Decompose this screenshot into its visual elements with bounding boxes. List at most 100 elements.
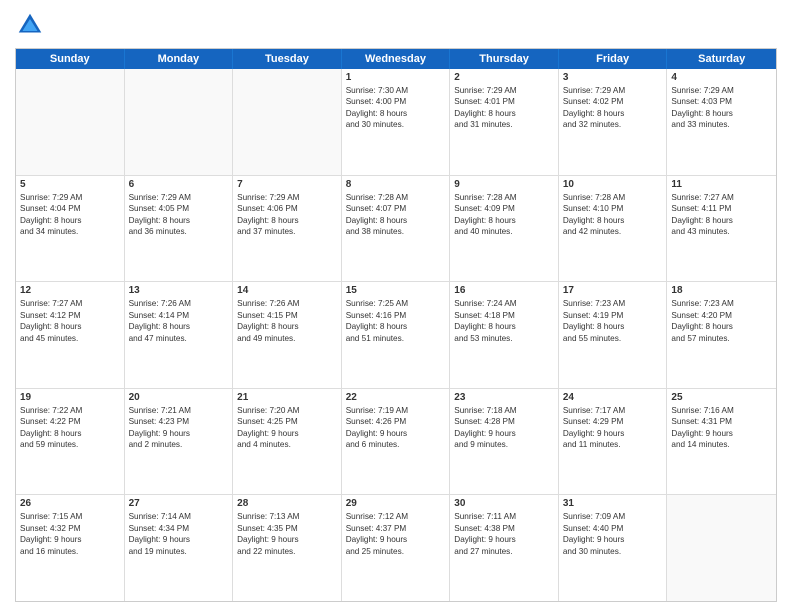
cell-info: Sunrise: 7:26 AM Sunset: 4:14 PM Dayligh… xyxy=(129,298,229,344)
calendar-body: 1Sunrise: 7:30 AM Sunset: 4:00 PM Daylig… xyxy=(16,69,776,601)
cell-info: Sunrise: 7:29 AM Sunset: 4:03 PM Dayligh… xyxy=(671,85,772,131)
day-cell-12: 12 Sunrise: 7:27 AM Sunset: 4:12 PM Dayli… xyxy=(16,282,125,388)
day-cell-30: 30 Sunrise: 7:11 AM Sunset: 4:38 PM Dayli… xyxy=(450,495,559,601)
cell-info: Sunrise: 7:23 AM Sunset: 4:19 PM Dayligh… xyxy=(563,298,663,344)
cell-info: Sunrise: 7:11 AM Sunset: 4:38 PM Dayligh… xyxy=(454,511,554,557)
day-number: 28 xyxy=(237,498,337,509)
day-cell-22: 22 Sunrise: 7:19 AM Sunset: 4:26 PM Dayli… xyxy=(342,389,451,495)
calendar-row-1: 5Sunrise: 7:29 AM Sunset: 4:04 PM Daylig… xyxy=(16,176,776,283)
calendar-row-0: 1Sunrise: 7:30 AM Sunset: 4:00 PM Daylig… xyxy=(16,69,776,176)
day-number: 16 xyxy=(454,285,554,296)
day-number: 27 xyxy=(129,498,229,509)
logo xyxy=(15,10,49,40)
cell-info: Sunrise: 7:28 AM Sunset: 4:10 PM Dayligh… xyxy=(563,192,663,238)
cell-info: Sunrise: 7:09 AM Sunset: 4:40 PM Dayligh… xyxy=(563,511,663,557)
day-cell-31: 31 Sunrise: 7:09 AM Sunset: 4:40 PM Dayli… xyxy=(559,495,668,601)
cell-info: Sunrise: 7:28 AM Sunset: 4:09 PM Dayligh… xyxy=(454,192,554,238)
cell-info: Sunrise: 7:29 AM Sunset: 4:04 PM Dayligh… xyxy=(20,192,120,238)
day-cell-15: 15 Sunrise: 7:25 AM Sunset: 4:16 PM Dayli… xyxy=(342,282,451,388)
day-cell-5: 5Sunrise: 7:29 AM Sunset: 4:04 PM Daylig… xyxy=(16,176,125,282)
day-cell-1: 1Sunrise: 7:30 AM Sunset: 4:00 PM Daylig… xyxy=(342,69,451,175)
header-day-friday: Friday xyxy=(559,49,668,69)
cell-info: Sunrise: 7:25 AM Sunset: 4:16 PM Dayligh… xyxy=(346,298,446,344)
cell-info: Sunrise: 7:13 AM Sunset: 4:35 PM Dayligh… xyxy=(237,511,337,557)
day-number: 2 xyxy=(454,72,554,83)
day-cell-10: 10 Sunrise: 7:28 AM Sunset: 4:10 PM Dayli… xyxy=(559,176,668,282)
cell-info: Sunrise: 7:19 AM Sunset: 4:26 PM Dayligh… xyxy=(346,405,446,451)
cell-info: Sunrise: 7:15 AM Sunset: 4:32 PM Dayligh… xyxy=(20,511,120,557)
day-number: 22 xyxy=(346,392,446,403)
cell-info: Sunrise: 7:28 AM Sunset: 4:07 PM Dayligh… xyxy=(346,192,446,238)
day-cell-25: 25Sunrise: 7:16 AM Sunset: 4:31 PM Dayli… xyxy=(667,389,776,495)
day-cell-14: 14 Sunrise: 7:26 AM Sunset: 4:15 PM Dayli… xyxy=(233,282,342,388)
day-number: 17 xyxy=(563,285,663,296)
day-number: 26 xyxy=(20,498,120,509)
day-number: 19 xyxy=(20,392,120,403)
cell-info: Sunrise: 7:27 AM Sunset: 4:11 PM Dayligh… xyxy=(671,192,772,238)
day-number: 4 xyxy=(671,72,772,83)
logo-icon xyxy=(15,10,45,40)
cell-info: Sunrise: 7:29 AM Sunset: 4:02 PM Dayligh… xyxy=(563,85,663,131)
calendar: SundayMondayTuesdayWednesdayThursdayFrid… xyxy=(15,48,777,602)
day-cell-23: 23 Sunrise: 7:18 AM Sunset: 4:28 PM Dayli… xyxy=(450,389,559,495)
day-cell-4: 4 Sunrise: 7:29 AM Sunset: 4:03 PM Daylig… xyxy=(667,69,776,175)
cell-info: Sunrise: 7:14 AM Sunset: 4:34 PM Dayligh… xyxy=(129,511,229,557)
day-number: 6 xyxy=(129,179,229,190)
day-number: 7 xyxy=(237,179,337,190)
cell-info: Sunrise: 7:18 AM Sunset: 4:28 PM Dayligh… xyxy=(454,405,554,451)
day-number: 30 xyxy=(454,498,554,509)
cell-info: Sunrise: 7:27 AM Sunset: 4:12 PM Dayligh… xyxy=(20,298,120,344)
calendar-row-4: 26 Sunrise: 7:15 AM Sunset: 4:32 PM Dayli… xyxy=(16,495,776,601)
day-cell-29: 29Sunrise: 7:12 AM Sunset: 4:37 PM Dayli… xyxy=(342,495,451,601)
day-cell-18: 18Sunrise: 7:23 AM Sunset: 4:20 PM Dayli… xyxy=(667,282,776,388)
cell-info: Sunrise: 7:29 AM Sunset: 4:05 PM Dayligh… xyxy=(129,192,229,238)
day-cell-9: 9 Sunrise: 7:28 AM Sunset: 4:09 PM Daylig… xyxy=(450,176,559,282)
day-number: 20 xyxy=(129,392,229,403)
cell-info: Sunrise: 7:17 AM Sunset: 4:29 PM Dayligh… xyxy=(563,405,663,451)
cell-info: Sunrise: 7:16 AM Sunset: 4:31 PM Dayligh… xyxy=(671,405,772,451)
empty-cell xyxy=(667,495,776,601)
day-cell-26: 26 Sunrise: 7:15 AM Sunset: 4:32 PM Dayli… xyxy=(16,495,125,601)
header-day-sunday: Sunday xyxy=(16,49,125,69)
day-number: 29 xyxy=(346,498,446,509)
cell-info: Sunrise: 7:26 AM Sunset: 4:15 PM Dayligh… xyxy=(237,298,337,344)
day-cell-6: 6 Sunrise: 7:29 AM Sunset: 4:05 PM Daylig… xyxy=(125,176,234,282)
day-number: 12 xyxy=(20,285,120,296)
header-day-thursday: Thursday xyxy=(450,49,559,69)
empty-cell xyxy=(125,69,234,175)
page: SundayMondayTuesdayWednesdayThursdayFrid… xyxy=(0,0,792,612)
day-number: 31 xyxy=(563,498,663,509)
day-number: 8 xyxy=(346,179,446,190)
calendar-row-2: 12 Sunrise: 7:27 AM Sunset: 4:12 PM Dayli… xyxy=(16,282,776,389)
day-cell-2: 2 Sunrise: 7:29 AM Sunset: 4:01 PM Daylig… xyxy=(450,69,559,175)
day-number: 15 xyxy=(346,285,446,296)
day-number: 9 xyxy=(454,179,554,190)
day-cell-19: 19Sunrise: 7:22 AM Sunset: 4:22 PM Dayli… xyxy=(16,389,125,495)
day-number: 21 xyxy=(237,392,337,403)
day-number: 10 xyxy=(563,179,663,190)
cell-info: Sunrise: 7:23 AM Sunset: 4:20 PM Dayligh… xyxy=(671,298,772,344)
day-number: 23 xyxy=(454,392,554,403)
day-number: 24 xyxy=(563,392,663,403)
day-number: 14 xyxy=(237,285,337,296)
day-number: 1 xyxy=(346,72,446,83)
day-cell-17: 17 Sunrise: 7:23 AM Sunset: 4:19 PM Dayli… xyxy=(559,282,668,388)
day-cell-13: 13 Sunrise: 7:26 AM Sunset: 4:14 PM Dayli… xyxy=(125,282,234,388)
day-number: 11 xyxy=(671,179,772,190)
header-day-tuesday: Tuesday xyxy=(233,49,342,69)
cell-info: Sunrise: 7:29 AM Sunset: 4:01 PM Dayligh… xyxy=(454,85,554,131)
cell-info: Sunrise: 7:29 AM Sunset: 4:06 PM Dayligh… xyxy=(237,192,337,238)
empty-cell xyxy=(233,69,342,175)
day-cell-20: 20Sunrise: 7:21 AM Sunset: 4:23 PM Dayli… xyxy=(125,389,234,495)
header-day-saturday: Saturday xyxy=(667,49,776,69)
day-cell-7: 7 Sunrise: 7:29 AM Sunset: 4:06 PM Daylig… xyxy=(233,176,342,282)
day-cell-11: 11 Sunrise: 7:27 AM Sunset: 4:11 PM Dayli… xyxy=(667,176,776,282)
day-cell-28: 28 Sunrise: 7:13 AM Sunset: 4:35 PM Dayli… xyxy=(233,495,342,601)
cell-info: Sunrise: 7:20 AM Sunset: 4:25 PM Dayligh… xyxy=(237,405,337,451)
header-day-wednesday: Wednesday xyxy=(342,49,451,69)
day-cell-24: 24 Sunrise: 7:17 AM Sunset: 4:29 PM Dayli… xyxy=(559,389,668,495)
day-number: 13 xyxy=(129,285,229,296)
day-cell-3: 3Sunrise: 7:29 AM Sunset: 4:02 PM Daylig… xyxy=(559,69,668,175)
empty-cell xyxy=(16,69,125,175)
day-cell-27: 27 Sunrise: 7:14 AM Sunset: 4:34 PM Dayli… xyxy=(125,495,234,601)
